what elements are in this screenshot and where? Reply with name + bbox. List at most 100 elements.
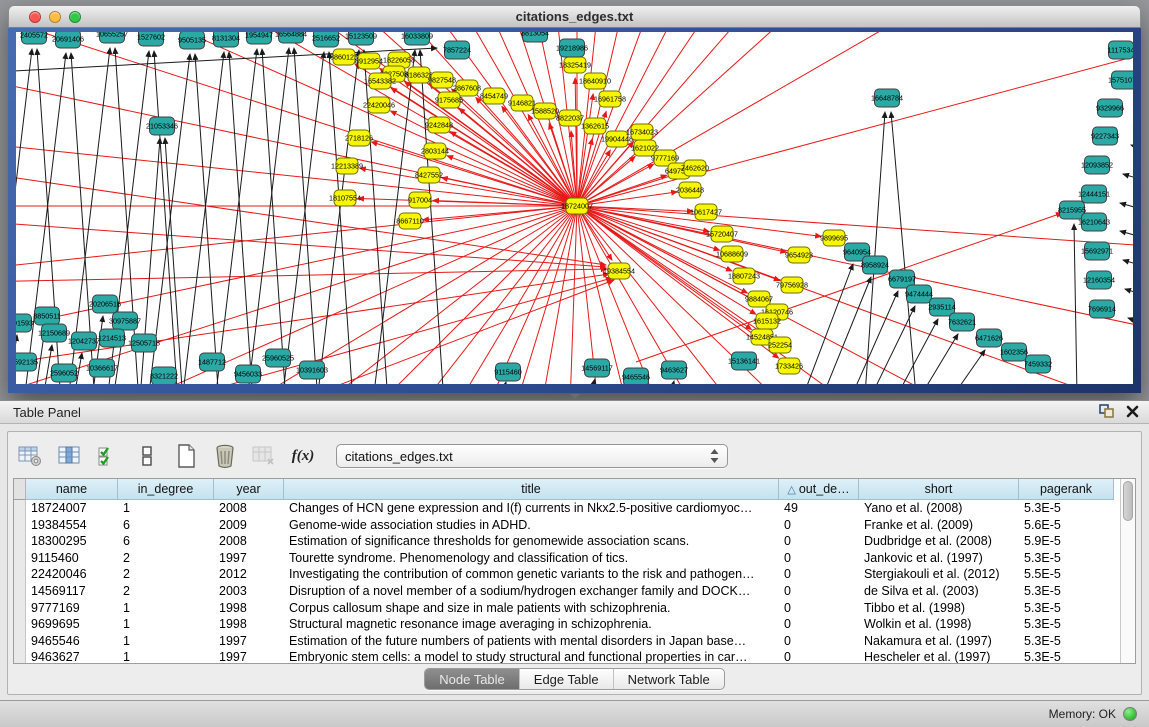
table-cell[interactable]: 1998	[214, 616, 284, 633]
table-row[interactable]: 977716911998Corpus callosum shape and si…	[14, 600, 1120, 617]
table-cell[interactable]: 1998	[214, 600, 284, 617]
table-cell[interactable]: 6	[118, 517, 214, 534]
table-cell[interactable]: 19384554	[26, 517, 118, 534]
table-cell[interactable]: 9777169	[26, 600, 118, 617]
table-cell[interactable]: 14569117	[26, 583, 118, 600]
table-vertical-scrollbar[interactable]	[1120, 479, 1135, 663]
table-cell[interactable]: 0	[779, 616, 859, 633]
table-cell[interactable]: 5.6E-5	[1019, 517, 1114, 534]
table-cell[interactable]: 2003	[214, 583, 284, 600]
table-cell[interactable]: de Silva et al. (2003)	[859, 583, 1019, 600]
table-cell[interactable]: 0	[779, 517, 859, 534]
table-cell[interactable]: 1	[118, 649, 214, 663]
table-cell[interactable]: Embryonic stem cells: a model to study s…	[284, 649, 779, 663]
table-cell[interactable]: 0	[779, 533, 859, 550]
table-cell[interactable]: Nakamura et al. (1997)	[859, 633, 1019, 650]
table-cell[interactable]: 18300295	[26, 533, 118, 550]
table-cell[interactable]: 9465546	[26, 633, 118, 650]
table-cell[interactable]: Investigating the contribution of common…	[284, 566, 779, 583]
column-header-year[interactable]: year	[214, 479, 284, 500]
table-cell[interactable]: 0	[779, 600, 859, 617]
table-cell[interactable]: 5.9E-5	[1019, 533, 1114, 550]
table-row[interactable]: 1456911722003Disruption of a novel membe…	[14, 583, 1120, 600]
merge-rows-button[interactable]	[133, 442, 161, 470]
tab-edge-table[interactable]: Edge Table	[519, 669, 613, 689]
table-cell[interactable]: 5.3E-5	[1019, 583, 1114, 600]
table-cell[interactable]: Hescheler et al. (1997)	[859, 649, 1019, 663]
table-cell[interactable]: 1	[118, 500, 214, 517]
table-cell[interactable]: Jankovic et al. (1997)	[859, 550, 1019, 567]
table-row[interactable]: 1938455462009Genome-wide association stu…	[14, 517, 1120, 534]
table-cell[interactable]: Structural magnetic resonance image aver…	[284, 616, 779, 633]
new-table-button[interactable]	[172, 442, 200, 470]
column-header-out_de[interactable]: △out_de…	[779, 479, 859, 500]
table-cell[interactable]: 1	[118, 633, 214, 650]
delete-table-button[interactable]	[211, 442, 239, 470]
table-cell[interactable]: Yano et al. (2008)	[859, 500, 1019, 517]
select-rows-button[interactable]	[94, 442, 122, 470]
table-cell[interactable]: 0	[779, 550, 859, 567]
table-cell[interactable]: Franke et al. (2009)	[859, 517, 1019, 534]
table-cell[interactable]: Tourette syndrome. Phenomenology and cla…	[284, 550, 779, 567]
tab-network-table[interactable]: Network Table	[613, 669, 724, 689]
zoom-window-button[interactable]	[69, 11, 81, 23]
column-header-in_degree[interactable]: in_degree	[118, 479, 214, 500]
table-cell[interactable]: 5.3E-5	[1019, 616, 1114, 633]
panel-splitter[interactable]	[0, 393, 1149, 400]
table-settings-button[interactable]	[16, 442, 44, 470]
network-canvas[interactable]: 8860123891295418226058982750816543382818…	[16, 32, 1133, 384]
table-cell[interactable]: 5.3E-5	[1019, 649, 1114, 663]
table-cell[interactable]: 5.3E-5	[1019, 600, 1114, 617]
table-cell[interactable]: 1997	[214, 550, 284, 567]
table-row[interactable]: 969969511998Structural magnetic resonanc…	[14, 616, 1120, 633]
column-chooser-button[interactable]	[55, 442, 83, 470]
table-cell[interactable]: 0	[779, 649, 859, 663]
table-cell[interactable]: 1	[118, 600, 214, 617]
table-cell[interactable]: 2009	[214, 517, 284, 534]
table-cell[interactable]: 2	[118, 583, 214, 600]
table-cell[interactable]: 0	[779, 583, 859, 600]
scrollbar-thumb[interactable]	[1123, 481, 1133, 521]
tab-node-table[interactable]: Node Table	[425, 669, 519, 689]
table-row[interactable]: 946362711997Embryonic stem cells: a mode…	[14, 649, 1120, 663]
table-cell[interactable]: 1997	[214, 649, 284, 663]
table-cell[interactable]: 1	[118, 616, 214, 633]
table-row[interactable]: 911546021997Tourette syndrome. Phenomeno…	[14, 550, 1120, 567]
table-cell[interactable]: 2012	[214, 566, 284, 583]
close-window-button[interactable]	[29, 11, 41, 23]
table-cell[interactable]: 0	[779, 566, 859, 583]
table-cell[interactable]: 9699695	[26, 616, 118, 633]
column-header-short[interactable]: short	[859, 479, 1019, 500]
close-panel-icon[interactable]	[1126, 405, 1139, 423]
network-window-titlebar[interactable]: citations_edges.txt	[8, 5, 1141, 28]
table-cell[interactable]: Stergiakouli et al. (2012)	[859, 566, 1019, 583]
table-cell[interactable]: Dudbridge et al. (2008)	[859, 533, 1019, 550]
table-cell[interactable]: Changes of HCN gene expression and I(f) …	[284, 500, 779, 517]
table-cell[interactable]: 6	[118, 533, 214, 550]
table-cell[interactable]: Estimation of the future numbers of pati…	[284, 633, 779, 650]
table-cell[interactable]: 2	[118, 566, 214, 583]
table-row[interactable]: 1830029562008Estimation of significance …	[14, 533, 1120, 550]
table-cell[interactable]: 9115460	[26, 550, 118, 567]
table-cell[interactable]: 49	[779, 500, 859, 517]
column-header-title[interactable]: title	[284, 479, 779, 500]
table-cell[interactable]: 2008	[214, 533, 284, 550]
minimize-window-button[interactable]	[49, 11, 61, 23]
column-header-name[interactable]: name	[26, 479, 118, 500]
table-cell[interactable]: 2008	[214, 500, 284, 517]
table-cell[interactable]: 5.5E-5	[1019, 566, 1114, 583]
table-cell[interactable]: Estimation of significance thresholds fo…	[284, 533, 779, 550]
table-row[interactable]: 2242004622012Investigating the contribut…	[14, 566, 1120, 583]
table-cell[interactable]: 5.3E-5	[1019, 500, 1114, 517]
table-cell[interactable]: 22420046	[26, 566, 118, 583]
table-cell[interactable]: Corpus callosum shape and size in male p…	[284, 600, 779, 617]
table-cell[interactable]: 9463627	[26, 649, 118, 663]
table-cell[interactable]: Wolkin et al. (1998)	[859, 616, 1019, 633]
table-cell[interactable]: 5.3E-5	[1019, 550, 1114, 567]
table-cell[interactable]: Disruption of a novel member of a sodium…	[284, 583, 779, 600]
table-row[interactable]: 1872400712008Changes of HCN gene express…	[14, 500, 1120, 517]
table-selector-dropdown[interactable]: citations_edges.txt	[336, 444, 728, 468]
table-cell[interactable]: 1997	[214, 633, 284, 650]
float-panel-icon[interactable]	[1099, 404, 1114, 423]
table-cell[interactable]: 5.3E-5	[1019, 633, 1114, 650]
